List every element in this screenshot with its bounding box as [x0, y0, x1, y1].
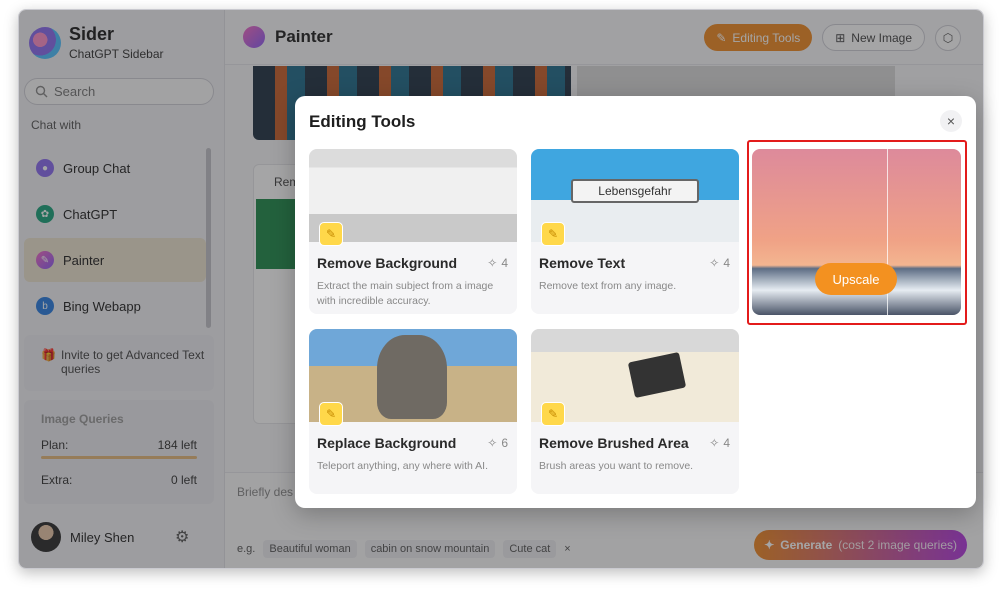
- tool-card-upscale[interactable]: Upscale: [752, 149, 961, 315]
- tool-badge-icon: ✎: [319, 402, 343, 426]
- sparkle-icon: ✧: [709, 256, 720, 270]
- tool-description: Extract the main subject from a image wi…: [317, 280, 494, 307]
- tablet-shape: [627, 351, 687, 399]
- tool-card-replace-background[interactable]: ✎ Replace Background ✧ 6 Teleport anythin…: [309, 329, 517, 494]
- tool-description: Remove text from any image.: [539, 280, 677, 292]
- close-icon[interactable]: ×: [940, 110, 962, 132]
- tool-count-value: 4: [723, 436, 730, 450]
- tool-description: Teleport anything, any where with AI.: [317, 460, 489, 472]
- tool-name: Remove Text: [539, 255, 626, 271]
- tool-badge-icon: ✎: [319, 222, 343, 246]
- preview-sign: Lebensgefahr: [571, 179, 699, 203]
- tool-name: Remove Background: [317, 255, 458, 271]
- tool-name: Replace Background: [317, 435, 457, 451]
- editing-tools-modal: Editing Tools × ✎ Remove Background ✧ 4 E…: [295, 96, 976, 508]
- sparkle-icon: ✧: [709, 436, 720, 450]
- tool-card-remove-text[interactable]: Lebensgefahr ✎ Remove Text ✧ 4 Remove tex…: [531, 149, 739, 314]
- sparkle-icon: ✧: [487, 436, 498, 450]
- tool-count-value: 6: [501, 436, 508, 450]
- tool-count: ✧ 4: [709, 436, 730, 450]
- modal-title: Editing Tools: [309, 112, 416, 131]
- tool-badge-icon: ✎: [541, 222, 565, 246]
- elephant-shape: [377, 335, 447, 419]
- tool-count-value: 4: [501, 256, 508, 270]
- sparkle-icon: ✧: [487, 256, 498, 270]
- tool-card-remove-background[interactable]: ✎ Remove Background ✧ 4 Extract the main …: [309, 149, 517, 314]
- tool-description: Brush areas you want to remove.: [539, 460, 694, 472]
- upscale-button[interactable]: Upscale: [815, 263, 897, 295]
- tool-count: ✧ 6: [487, 436, 508, 450]
- tool-badge-icon: ✎: [541, 402, 565, 426]
- tool-count-value: 4: [723, 256, 730, 270]
- tool-card-remove-brushed-area[interactable]: ✎ Remove Brushed Area ✧ 4 Brush areas you…: [531, 329, 739, 494]
- tool-count: ✧ 4: [487, 256, 508, 270]
- tool-count: ✧ 4: [709, 256, 730, 270]
- tool-name: Remove Brushed Area: [539, 435, 689, 451]
